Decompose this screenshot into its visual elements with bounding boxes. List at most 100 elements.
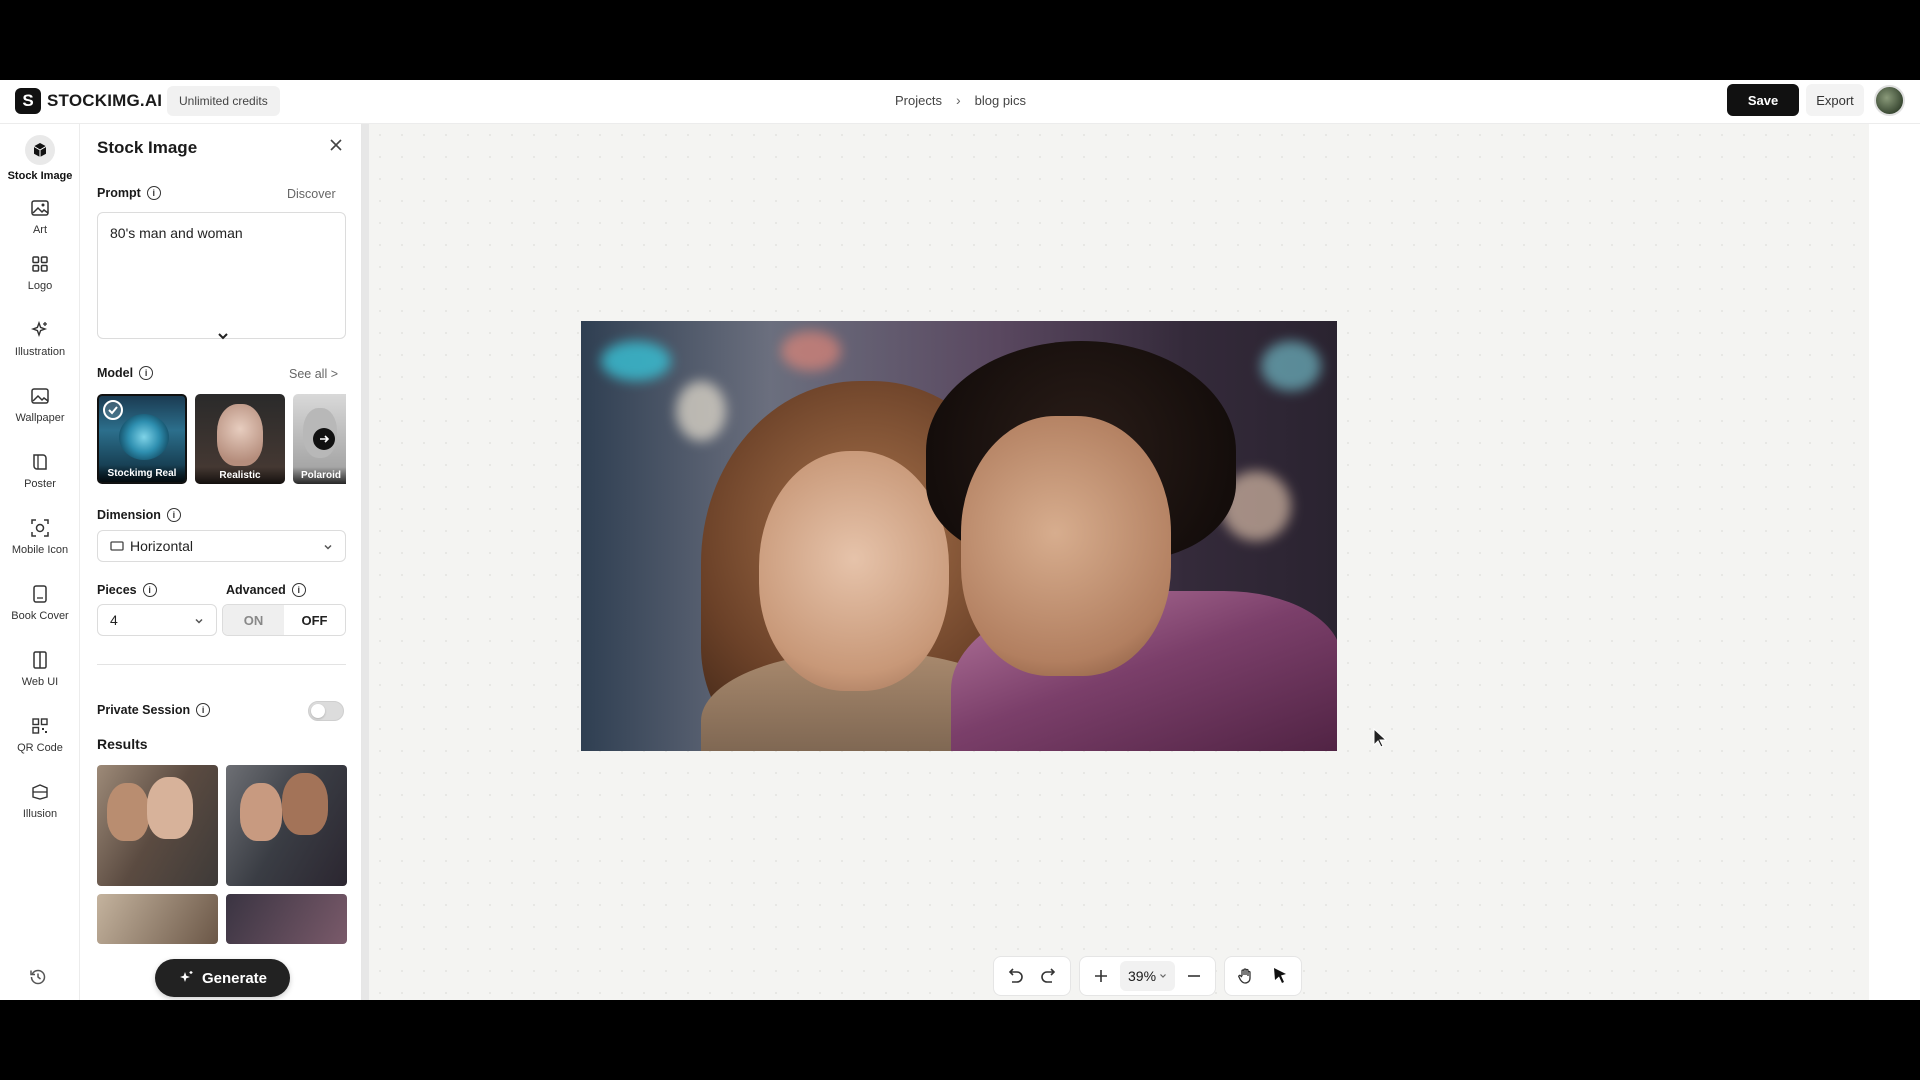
- sparkle-icon: [178, 970, 194, 986]
- generate-label: Generate: [201, 969, 268, 987]
- rail-item-label: Stock Image: [7, 169, 73, 182]
- result-thumbnail[interactable]: [226, 894, 347, 944]
- advanced-off-option[interactable]: OFF: [284, 605, 345, 635]
- chevron-down-icon: [323, 542, 333, 552]
- canvas-toolbar: 39%: [993, 956, 1303, 996]
- private-session-switch[interactable]: [308, 701, 344, 721]
- model-option-stockimg-real[interactable]: Stockimg Real: [97, 394, 187, 484]
- results-heading: Results: [97, 736, 148, 752]
- model-name: Polaroid: [293, 467, 346, 484]
- selected-check-icon: [103, 400, 123, 420]
- logo-mark-icon: S: [15, 88, 41, 114]
- result-thumbnail[interactable]: [226, 765, 347, 886]
- prompt-input[interactable]: 80's man and woman: [97, 212, 346, 339]
- image-figure-woman-face: [759, 451, 949, 691]
- undo-icon[interactable]: [1000, 961, 1030, 991]
- rail-item-label: QR Code: [17, 741, 63, 754]
- discover-link[interactable]: Discover: [287, 187, 336, 201]
- history-icon[interactable]: [28, 967, 50, 989]
- pieces-label-text: Pieces: [97, 583, 137, 597]
- dimension-select[interactable]: Horizontal: [97, 530, 346, 562]
- zoom-level-dropdown[interactable]: 39%: [1120, 961, 1176, 991]
- info-icon[interactable]: i: [291, 583, 306, 597]
- tool-category-rail: Stock Image Art Logo Illustration Wallpa…: [0, 124, 80, 1000]
- zoom-in-icon[interactable]: [1086, 961, 1116, 991]
- panel-scrollbar[interactable]: [362, 124, 369, 1000]
- breadcrumb-current[interactable]: blog pics: [975, 93, 1026, 108]
- chevron-down-icon: [1159, 972, 1167, 980]
- rail-item-mobile-icon[interactable]: Mobile Icon: [0, 506, 80, 566]
- credits-badge: Unlimited credits: [167, 86, 280, 116]
- dimension-label-text: Dimension: [97, 508, 161, 522]
- rail-item-logo[interactable]: Logo: [0, 242, 80, 302]
- pieces-label: Pieces i: [97, 583, 157, 597]
- see-all-models-link[interactable]: See all >: [289, 367, 338, 381]
- mouse-pointer-icon: [1373, 728, 1387, 748]
- advanced-label: Advanced i: [226, 583, 306, 597]
- pointer-tools: [1224, 956, 1303, 996]
- panel-title: Stock Image: [97, 138, 198, 157]
- book-cover-icon: [29, 583, 51, 605]
- brand-logo[interactable]: S STOCKIMG.AI: [15, 88, 162, 114]
- info-icon[interactable]: i: [142, 583, 157, 597]
- editor-canvas[interactable]: [369, 124, 1869, 1000]
- rail-item-qr-code[interactable]: QR Code: [0, 704, 80, 764]
- rail-item-label: Web UI: [21, 675, 59, 688]
- rail-item-book-cover[interactable]: Book Cover: [0, 572, 80, 632]
- chevron-down-icon[interactable]: [216, 329, 230, 343]
- generate-button[interactable]: Generate: [155, 959, 290, 997]
- rail-item-illustration[interactable]: Illustration: [0, 308, 80, 368]
- book-icon: [29, 451, 51, 473]
- rail-item-art[interactable]: Art: [0, 186, 80, 246]
- close-icon[interactable]: [329, 138, 349, 158]
- rail-item-illusion[interactable]: Illusion: [0, 770, 80, 830]
- result-thumbnail[interactable]: [97, 765, 218, 886]
- model-label: Model i: [97, 366, 154, 380]
- image-icon: [29, 385, 51, 407]
- layout-icon: [29, 649, 51, 671]
- rail-item-poster[interactable]: Poster: [0, 440, 80, 500]
- info-icon[interactable]: i: [139, 366, 154, 380]
- prompt-label: Prompt i: [97, 186, 161, 200]
- breadcrumb-separator-icon: ›: [955, 92, 961, 108]
- pieces-select[interactable]: 4: [97, 604, 217, 636]
- thumbnail-figure: [147, 777, 193, 839]
- model-option-realistic[interactable]: Realistic: [195, 394, 285, 484]
- redo-icon[interactable]: [1034, 961, 1064, 991]
- qr-icon: [29, 715, 51, 737]
- rail-item-wallpaper[interactable]: Wallpaper: [0, 374, 80, 434]
- info-icon[interactable]: i: [196, 703, 211, 717]
- section-divider: [97, 664, 346, 665]
- info-icon[interactable]: i: [166, 508, 181, 522]
- bokeh-light: [601, 341, 671, 381]
- app-icon: [29, 517, 51, 539]
- model-preview-image: [119, 414, 169, 460]
- bokeh-light: [676, 381, 726, 441]
- rail-item-label: Poster: [24, 477, 56, 490]
- generated-image[interactable]: [581, 321, 1337, 751]
- save-button[interactable]: Save: [1727, 84, 1799, 116]
- stock-image-panel: Stock Image Prompt i Discover 80's man a…: [80, 124, 369, 1000]
- advanced-label-text: Advanced: [226, 583, 286, 597]
- cube-icon: [25, 134, 55, 165]
- dimension-label: Dimension i: [97, 508, 181, 522]
- rail-item-web-ui[interactable]: Web UI: [0, 638, 80, 698]
- zoom-out-icon[interactable]: [1179, 961, 1209, 991]
- select-arrow-icon[interactable]: [1265, 961, 1295, 991]
- model-preview-image: [217, 404, 263, 466]
- image-icon: [29, 197, 51, 219]
- hand-icon[interactable]: [1231, 961, 1261, 991]
- rail-item-stock-image[interactable]: Stock Image: [0, 128, 80, 188]
- user-avatar[interactable]: [1874, 85, 1905, 116]
- export-button[interactable]: Export: [1806, 84, 1864, 116]
- arrow-right-icon[interactable]: [313, 428, 335, 450]
- top-bar: S STOCKIMG.AI Unlimited credits Projects…: [0, 80, 1920, 124]
- breadcrumb: Projects › blog pics: [895, 92, 1026, 108]
- info-icon[interactable]: i: [146, 186, 161, 200]
- model-label-text: Model: [97, 366, 134, 380]
- rail-item-label: Illusion: [22, 807, 58, 820]
- breadcrumb-projects[interactable]: Projects: [895, 93, 942, 108]
- advanced-on-option[interactable]: ON: [223, 605, 284, 635]
- rectangle-icon: [110, 541, 124, 551]
- result-thumbnail[interactable]: [97, 894, 218, 944]
